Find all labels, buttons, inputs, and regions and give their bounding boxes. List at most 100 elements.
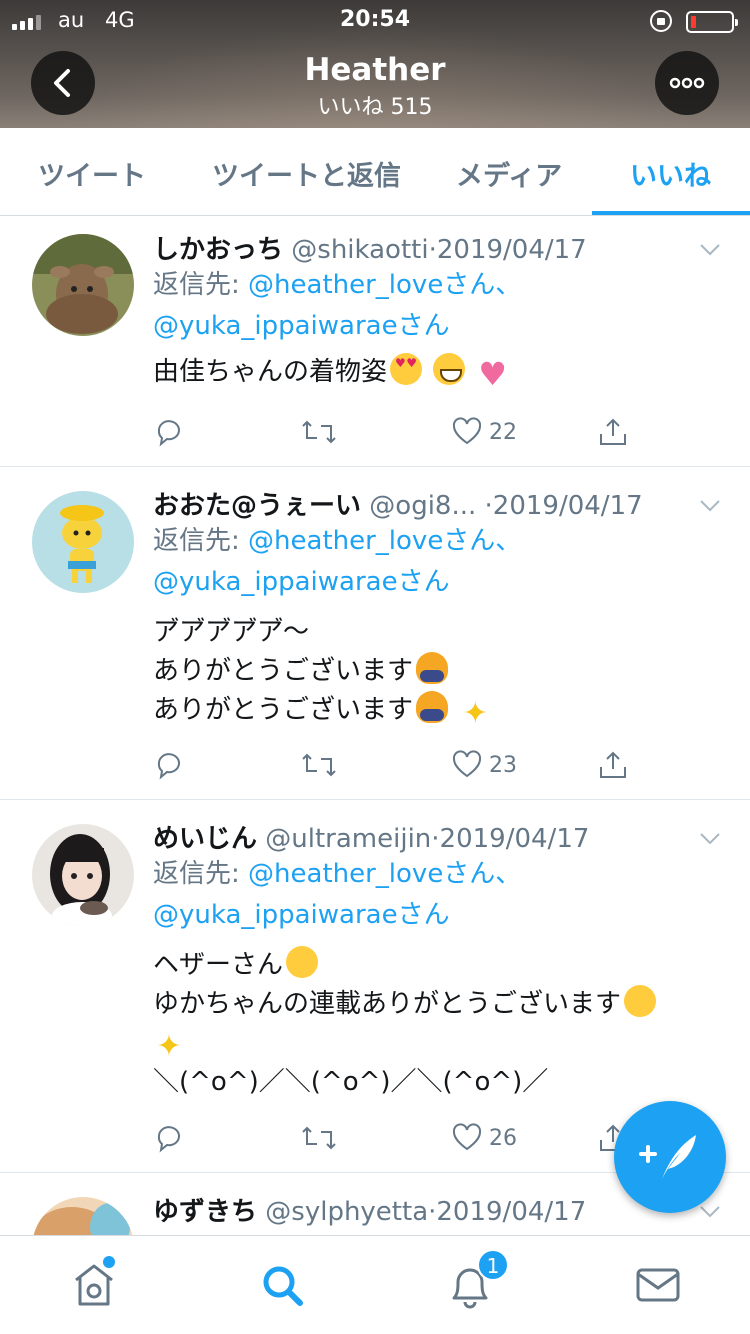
heart-eyes-emoji-icon: [390, 353, 423, 385]
tweet-text-line: 由佳ちゃんの着物姿: [153, 357, 388, 387]
new-content-dot: [103, 1256, 115, 1268]
retweet-button[interactable]: [301, 414, 337, 450]
author-handle[interactable]: @ultrameijin: [265, 824, 431, 854]
like-count: 22: [489, 419, 517, 445]
like-button[interactable]: 26: [451, 1120, 517, 1156]
tweet-text-line: ア゙ア゙ア゙ア゙ア゙〜: [153, 617, 310, 647]
search-icon: [263, 1266, 303, 1306]
share-button[interactable]: [597, 414, 629, 450]
like-count: 23: [489, 752, 517, 778]
bottom-tab-bar: 1: [0, 1235, 750, 1334]
mention-link[interactable]: @heather_loveさん、: [248, 859, 521, 889]
status-bar: au 4G 20:54: [0, 6, 750, 36]
heart-icon: [452, 1123, 482, 1151]
bowing-person-emoji-icon: [416, 652, 449, 684]
tweet-text-line: ありがとうございます: [153, 695, 414, 725]
tweet-actions: 23: [153, 747, 673, 783]
heart-icon: [452, 417, 482, 445]
reply-icon: [157, 1126, 180, 1153]
compose-tweet-button[interactable]: [614, 1101, 726, 1213]
retweet-icon: [302, 1126, 336, 1150]
author-handle[interactable]: @shikaotti: [291, 235, 428, 265]
separator-dot: ·: [484, 491, 493, 521]
active-tab-indicator: [592, 211, 750, 215]
retweet-icon: [302, 420, 336, 444]
retweet-icon: [302, 753, 336, 777]
like-button[interactable]: 23: [451, 747, 517, 783]
tweet-item[interactable]: しかおっち @shikaotti·2019/04/17 返信先: @heathe…: [0, 217, 750, 467]
share-icon: [600, 418, 626, 445]
mention-link[interactable]: @yuka_ippaiwaraeさん: [153, 900, 450, 930]
tweet-date: 2019/04/17: [492, 491, 643, 521]
author-name[interactable]: めいじん: [153, 824, 257, 854]
reply-icon: [157, 420, 180, 447]
reply-to-label: 返信先:: [153, 270, 249, 300]
reply-to-line: 返信先: @heather_loveさん、 @yuka_ippaiwaraeさん: [153, 854, 710, 936]
author-handle[interactable]: @ogi8...: [369, 491, 476, 521]
nav-search[interactable]: [252, 1258, 312, 1314]
rotation-lock-icon: [650, 10, 672, 32]
tweet-actions: 22: [153, 414, 673, 450]
tab-tweets-and-replies[interactable]: ツイートと返信: [212, 154, 401, 193]
tab-tweets[interactable]: ツイート: [38, 154, 146, 193]
retweet-button[interactable]: [301, 747, 337, 783]
mention-link[interactable]: @yuka_ippaiwaraeさん: [153, 567, 450, 597]
profile-tabs: ツイート ツイートと返信 メディア いいね: [0, 128, 750, 216]
tweet-list: しかおっち @shikaotti·2019/04/17 返信先: @heathe…: [0, 217, 750, 1235]
page-title: Heather: [304, 52, 446, 88]
bowing-person-emoji-icon: [416, 691, 449, 723]
share-button[interactable]: [597, 747, 629, 783]
reply-button[interactable]: [153, 1120, 185, 1156]
likes-count-subtitle: いいね 515: [317, 95, 433, 120]
nav-messages[interactable]: [628, 1258, 688, 1314]
reply-to-line: 返信先: @heather_loveさん、 @yuka_ippaiwaraeさん: [153, 265, 710, 347]
battery-icon: [686, 11, 738, 33]
tweet-text-line: ヘザーさん: [153, 950, 284, 980]
mail-icon: [636, 1268, 680, 1302]
tweet-date: 2019/04/17: [436, 235, 587, 265]
laughing-emoji-icon: [286, 946, 319, 978]
home-icon: [75, 1264, 113, 1306]
author-handle[interactable]: @sylphyetta: [265, 1197, 428, 1227]
tweet-date: 2019/04/17: [439, 824, 590, 854]
sparkles-emoji-icon: ✦: [156, 1029, 182, 1064]
like-count: 26: [489, 1125, 517, 1151]
separator-dot: ·: [431, 824, 440, 854]
separator-dot: ·: [428, 235, 437, 265]
heart-icon: [452, 750, 482, 778]
avatar[interactable]: [32, 234, 134, 336]
avatar[interactable]: [32, 1197, 134, 1235]
mention-link[interactable]: @yuka_ippaiwaraeさん: [153, 311, 450, 341]
reply-button[interactable]: [153, 747, 185, 783]
tab-likes[interactable]: いいね: [630, 154, 711, 193]
like-button[interactable]: 22: [451, 414, 517, 450]
tweet-text: 由佳ちゃんの着物姿 ♥: [153, 353, 710, 392]
reply-to-line: 返信先: @heather_loveさん、 @yuka_ippaiwaraeさん: [153, 521, 710, 603]
tweet-actions: 26: [153, 1120, 673, 1156]
more-icon: [669, 77, 705, 89]
sparkles-emoji-icon: ✦: [462, 696, 488, 731]
tweet-text: ヘザーさんゆかちゃんの連載ありがとうございます ✦ ＼(^o^)／＼(^o^)／＼(…: [153, 946, 710, 1102]
author-name[interactable]: しかおっち: [153, 235, 283, 265]
tweet-text: ア゙ア゙ア゙ア゙ア゙〜ありがとうございます ありがとうございます ✦: [153, 613, 710, 730]
nav-home[interactable]: [64, 1258, 124, 1314]
tweet-text-line: ゆかちゃんの連載ありがとうございます: [153, 989, 622, 1019]
author-name[interactable]: おおた@うぇーい: [153, 491, 361, 521]
reply-to-label: 返信先:: [153, 859, 249, 889]
tweet-item[interactable]: おおた@うぇーい @ogi8... ·2019/04/17 返信先: @heat…: [0, 467, 750, 800]
avatar[interactable]: [32, 824, 134, 926]
grin-emoji-icon: [433, 353, 466, 385]
avatar[interactable]: [32, 491, 134, 593]
retweet-button[interactable]: [301, 1120, 337, 1156]
pink-heart-emoji-icon: ♥: [478, 355, 507, 393]
mention-link[interactable]: @heather_loveさん、: [248, 526, 521, 556]
reply-button[interactable]: [153, 414, 185, 450]
notifications-badge: 1: [477, 1249, 509, 1281]
tab-media[interactable]: メディア: [456, 154, 562, 193]
tweet-text-line: ありがとうございます: [153, 656, 414, 686]
compose-feather-icon: [639, 1135, 696, 1179]
mention-link[interactable]: @heather_loveさん、: [248, 270, 521, 300]
tweet-text-line: ＼(^o^)／＼(^o^)／＼(^o^)／: [153, 1067, 549, 1097]
author-name[interactable]: ゆずきち: [153, 1197, 257, 1227]
more-button[interactable]: [655, 51, 719, 115]
